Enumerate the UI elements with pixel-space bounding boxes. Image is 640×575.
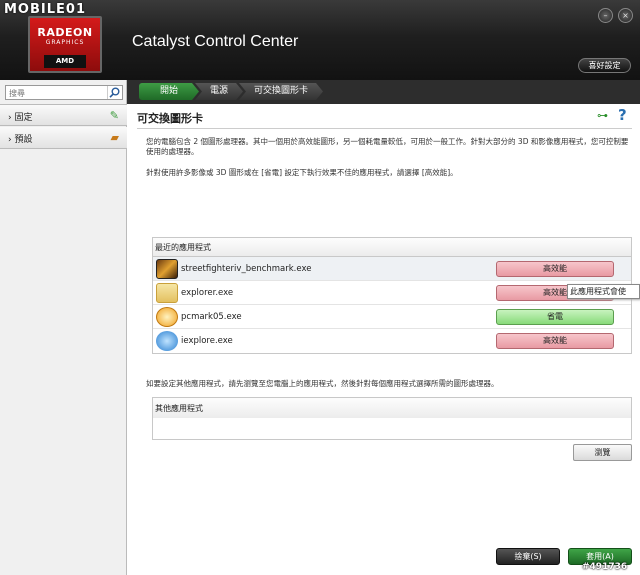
help-icon[interactable]: ? — [618, 106, 627, 124]
app-title: Catalyst Control Center — [132, 33, 299, 50]
watermark: MOBILE01 — [4, 2, 86, 17]
description-text-2: 針對使用許多影像或 3D 圖形或在 [省電] 設定下執行效果不佳的應用程式，請選… — [146, 168, 458, 177]
tooltip: 此應用程式會使 — [567, 284, 640, 299]
sidebar-item-label: › 固定 — [8, 113, 33, 123]
other-apps-list[interactable] — [152, 418, 632, 440]
power-saving-button[interactable]: 省電 — [496, 309, 614, 325]
logo-graphics-text: GRAPHICS — [45, 39, 85, 46]
sidebar: › 固定 ✎ › 預設 ▰ — [0, 80, 127, 575]
table-row[interactable]: explorer.exe 高效能 — [153, 281, 631, 305]
sidebar-item-pinned[interactable]: › 固定 ✎ — [0, 104, 127, 126]
app-name: explorer.exe — [181, 288, 234, 298]
breadcrumb: 開始 電源 可交換圖形卡 — [127, 80, 640, 104]
sidebar-item-presets[interactable]: › 預設 ▰ — [0, 127, 127, 149]
game-icon — [156, 259, 178, 279]
other-apps-panel: 其他應用程式 — [152, 397, 632, 419]
breadcrumb-power[interactable]: 電源 — [195, 83, 243, 100]
image-id-watermark: #491736 — [582, 562, 628, 572]
logo-amd-text: AMD — [44, 55, 86, 68]
breadcrumb-start[interactable]: 開始 — [139, 83, 199, 100]
other-apps-description: 如要設定其他應用程式，請先瀏覽至您電腦上的應用程式，然後針對每個應用程式選擇所需… — [146, 379, 499, 388]
main-content: 可交換圖形卡 ⊶ ? 您的電腦包含 2 個圖形處理器。其中一個用於高效能圖形，另… — [127, 104, 640, 575]
description-text: 您的電腦包含 2 個圖形處理器。其中一個用於高效能圖形，另一個耗電量較低，可用於… — [146, 137, 629, 156]
other-apps-header: 其他應用程式 — [153, 398, 631, 419]
breadcrumb-switchable-graphics[interactable]: 可交換圖形卡 — [239, 83, 323, 100]
search-button[interactable] — [107, 86, 122, 99]
browse-button[interactable]: 瀏覽 — [573, 444, 632, 461]
pcmark-icon — [156, 307, 178, 327]
preferences-button[interactable]: 喜好設定 — [578, 58, 631, 73]
pin-icon[interactable]: ⊶ — [597, 109, 608, 122]
sidebar-item-label: › 預設 — [8, 135, 33, 145]
search-icon — [109, 87, 120, 98]
search-input[interactable] — [9, 87, 105, 99]
internet-explorer-icon — [156, 331, 178, 351]
minimize-button[interactable]: – — [598, 8, 613, 23]
folder-icon — [156, 283, 178, 303]
radeon-logo: RADEON GRAPHICS AMD — [28, 16, 102, 73]
divider — [137, 128, 632, 129]
pin-icon: ✎ — [109, 109, 119, 122]
preset-icon: ▰ — [110, 131, 119, 144]
app-header: MOBILE01 RADEON GRAPHICS AMD Catalyst Co… — [0, 0, 640, 80]
close-button[interactable]: × — [618, 8, 633, 23]
table-row[interactable]: iexplore.exe 高效能 — [153, 329, 631, 353]
logo-radeon-text: RADEON — [37, 26, 93, 39]
app-name: streetfighteriv_benchmark.exe — [181, 264, 312, 274]
table-row[interactable]: streetfighteriv_benchmark.exe 高效能 — [153, 257, 631, 281]
search-box — [5, 85, 123, 100]
recent-apps-header: 最近的應用程式 — [153, 238, 631, 257]
performance-button[interactable]: 高效能 — [496, 261, 614, 277]
page-title: 可交換圖形卡 — [137, 112, 203, 125]
app-name: iexplore.exe — [181, 336, 233, 346]
recent-apps-panel: 最近的應用程式 streetfighteriv_benchmark.exe 高效… — [152, 237, 632, 354]
table-row[interactable]: pcmark05.exe 省電 — [153, 305, 631, 329]
performance-button[interactable]: 高效能 — [496, 333, 614, 349]
discard-button[interactable]: 捨棄(S) — [496, 548, 560, 565]
app-name: pcmark05.exe — [181, 312, 242, 322]
